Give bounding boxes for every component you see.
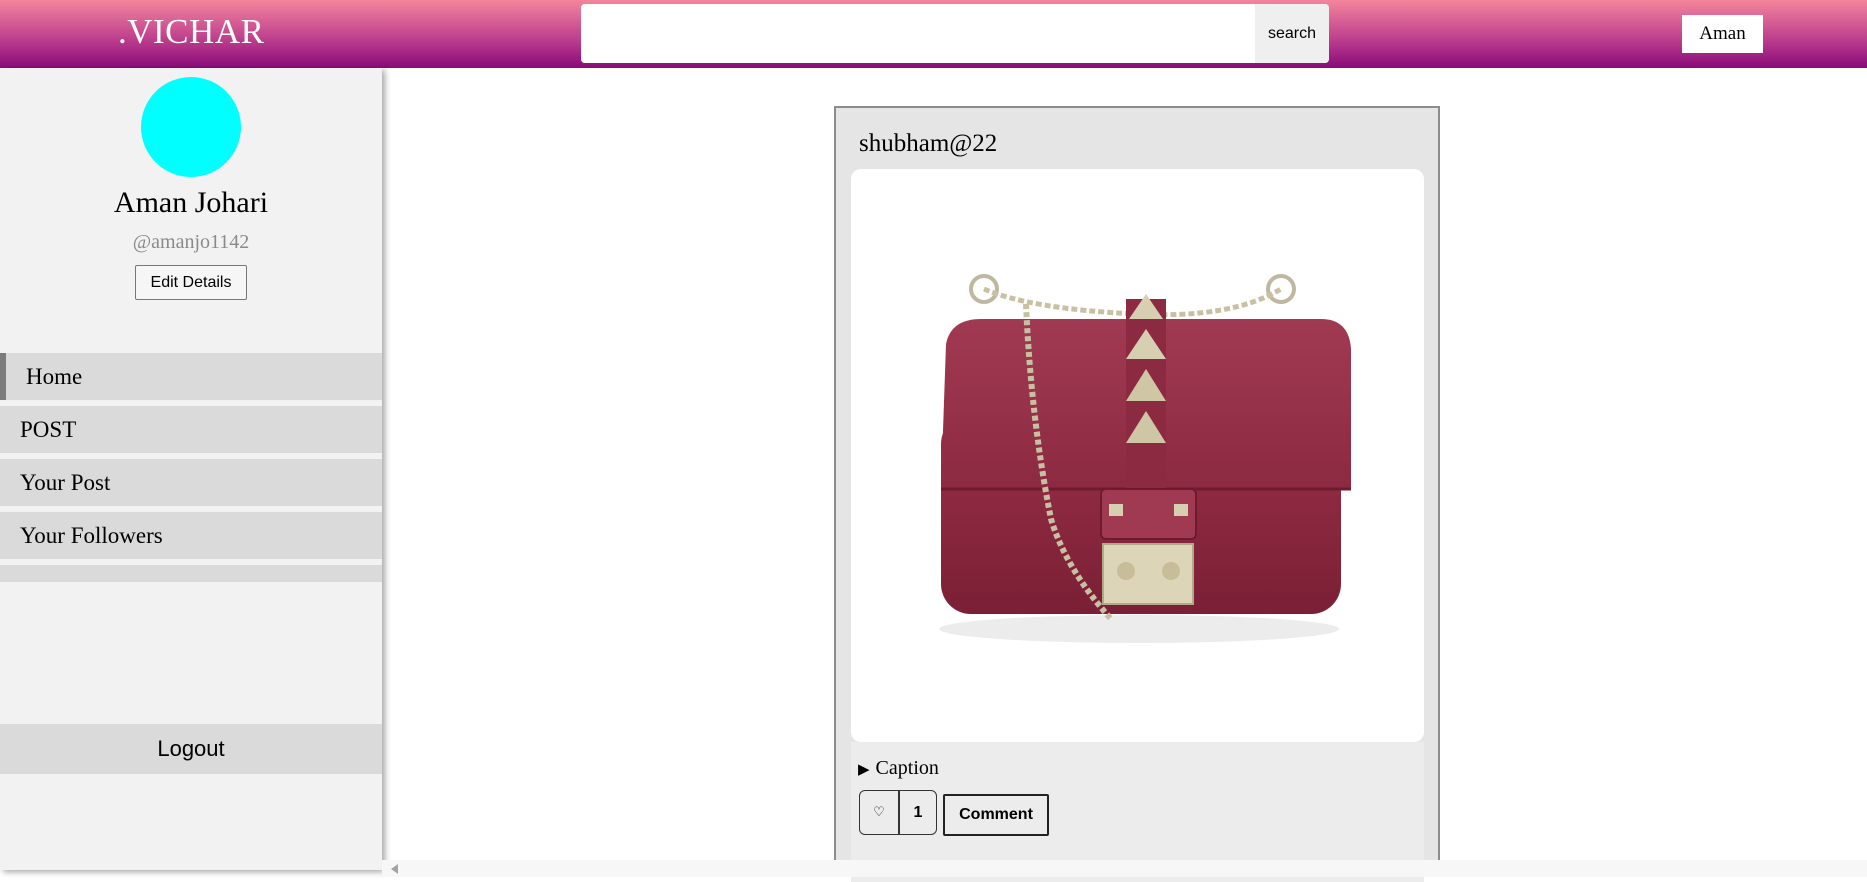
avatar bbox=[141, 77, 241, 177]
logout-button[interactable]: Logout bbox=[0, 724, 382, 774]
post-card: shubham@22 ▶ Caption ♡ 1 Comment bbox=[834, 106, 1440, 882]
top-header: .VICHAR search Aman bbox=[0, 0, 1867, 68]
sidebar-item-home[interactable]: Home bbox=[0, 353, 382, 400]
heart-icon: ♡ bbox=[873, 805, 885, 820]
disclosure-triangle-icon: ▶ bbox=[858, 760, 870, 778]
profile-name: Aman Johari bbox=[113, 186, 269, 219]
user-menu-button[interactable]: Aman bbox=[1682, 15, 1763, 53]
edit-details-button[interactable]: Edit Details bbox=[135, 265, 247, 300]
handbag-image bbox=[939, 274, 1351, 643]
caption-label: Caption bbox=[875, 757, 939, 779]
search-button[interactable]: search bbox=[1255, 4, 1329, 63]
caption-toggle[interactable]: ▶ Caption bbox=[858, 757, 939, 780]
sidebar-item-your-post[interactable]: Your Post bbox=[0, 459, 382, 506]
sidebar: Aman Johari @amanjo1142 Edit Details Hom… bbox=[0, 68, 382, 870]
like-button[interactable]: ♡ bbox=[859, 790, 899, 835]
sidebar-divider bbox=[0, 565, 382, 582]
sidebar-item-post[interactable]: POST bbox=[0, 406, 382, 453]
post-author[interactable]: shubham@22 bbox=[859, 130, 997, 158]
search-input[interactable] bbox=[581, 4, 1255, 63]
like-count: 1 bbox=[899, 790, 937, 835]
sidebar-item-your-followers[interactable]: Your Followers bbox=[0, 512, 382, 559]
search-bar: search bbox=[581, 4, 1329, 63]
profile-handle: @amanjo1142 bbox=[132, 231, 250, 253]
scroll-left-arrow-icon[interactable] bbox=[391, 864, 398, 874]
horizontal-scrollbar[interactable] bbox=[382, 860, 1867, 877]
app-logo[interactable]: .VICHAR bbox=[118, 12, 264, 52]
post-image bbox=[851, 169, 1424, 742]
comment-button[interactable]: Comment bbox=[943, 794, 1049, 836]
